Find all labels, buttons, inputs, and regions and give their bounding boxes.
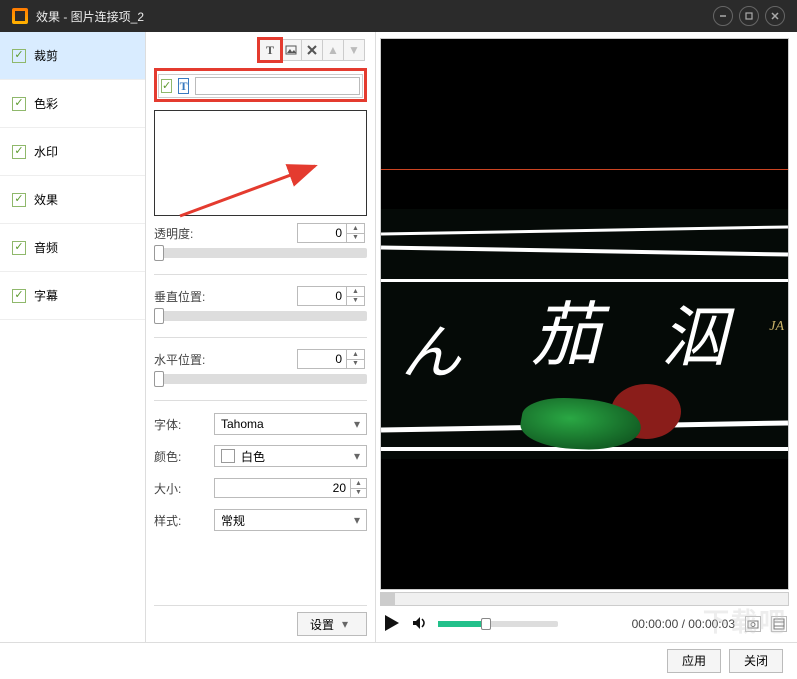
color-label: 颜色:: [154, 448, 208, 465]
delete-button[interactable]: [301, 39, 323, 61]
hpos-slider[interactable]: [154, 374, 367, 384]
spin-down-icon[interactable]: ▼: [351, 488, 367, 499]
spin-up-icon[interactable]: ▲: [347, 349, 365, 359]
font-label: 字体:: [154, 416, 208, 433]
hpos-input[interactable]: ▲▼: [297, 349, 367, 369]
checkbox-icon[interactable]: ✓: [12, 193, 26, 207]
dialog-footer: 应用 关闭: [0, 642, 797, 678]
checkbox-icon[interactable]: ✓: [161, 79, 172, 93]
highlight-annotation: ✓ T: [154, 68, 367, 102]
checkbox-icon[interactable]: ✓: [12, 289, 26, 303]
arrow-annotation-icon: [175, 161, 335, 221]
sidebar-item-label: 效果: [34, 191, 58, 208]
sidebar: ✓ 裁剪 ✓ 色彩 ✓ 水印 ✓ 效果 ✓ 音频 ✓ 字幕: [0, 32, 146, 642]
spin-down-icon[interactable]: ▼: [347, 233, 365, 244]
size-input[interactable]: ▲▼: [214, 478, 367, 498]
preview-pane: ん 茄 泅 JA 00:00:00 / 00:00:03: [376, 32, 797, 642]
watermark-preview[interactable]: [154, 110, 367, 216]
volume-button[interactable]: [412, 615, 428, 634]
text-icon: T: [178, 78, 189, 94]
play-button[interactable]: [382, 613, 402, 636]
horizontal-scrollbar[interactable]: [380, 592, 789, 606]
image-tool-button[interactable]: [280, 39, 302, 61]
sidebar-item-label: 水印: [34, 143, 58, 160]
volume-slider[interactable]: [438, 621, 558, 627]
spin-up-icon[interactable]: ▲: [351, 478, 367, 488]
settings-button[interactable]: 设置: [297, 612, 367, 636]
sidebar-item-label: 字幕: [34, 287, 58, 304]
watermark-text-input[interactable]: [195, 77, 360, 95]
color-select[interactable]: 白色: [214, 445, 367, 467]
minimize-button[interactable]: [713, 6, 733, 26]
watermark-toolbar: T ▲ ▼: [154, 38, 367, 62]
checkbox-icon[interactable]: ✓: [12, 241, 26, 255]
font-select[interactable]: Tahoma: [214, 413, 367, 435]
sidebar-item-audio[interactable]: ✓ 音频: [0, 224, 145, 272]
close-button[interactable]: [765, 6, 785, 26]
spin-down-icon[interactable]: ▼: [347, 296, 365, 307]
window-title: 效果 - 图片连接项_2: [36, 8, 713, 25]
sidebar-item-label: 音频: [34, 239, 58, 256]
sidebar-item-effect[interactable]: ✓ 效果: [0, 176, 145, 224]
video-frame: ん 茄 泅 JA: [381, 209, 788, 459]
sidebar-item-color[interactable]: ✓ 色彩: [0, 80, 145, 128]
player-controls: 00:00:00 / 00:00:03: [380, 606, 789, 642]
spin-up-icon[interactable]: ▲: [347, 223, 365, 233]
checkbox-icon[interactable]: ✓: [12, 97, 26, 111]
move-up-button[interactable]: ▲: [322, 39, 344, 61]
grid-button[interactable]: [771, 616, 787, 632]
spin-down-icon[interactable]: ▼: [347, 359, 365, 370]
time-display: 00:00:00 / 00:00:03: [632, 617, 735, 631]
text-tool-button[interactable]: T: [259, 39, 281, 61]
move-down-button[interactable]: ▼: [343, 39, 365, 61]
style-select[interactable]: 常规: [214, 509, 367, 531]
style-label: 样式:: [154, 512, 208, 529]
app-icon: [12, 8, 28, 24]
snapshot-button[interactable]: [745, 616, 761, 632]
sidebar-item-label: 裁剪: [34, 47, 58, 64]
color-swatch-icon: [221, 449, 235, 463]
close-dialog-button[interactable]: 关闭: [729, 649, 783, 673]
sidebar-item-crop[interactable]: ✓ 裁剪: [0, 32, 145, 80]
watermark-panel: T ▲ ▼ ✓ T 透明度: ▲▼: [146, 32, 376, 642]
opacity-slider[interactable]: [154, 248, 367, 258]
apply-button[interactable]: 应用: [667, 649, 721, 673]
sidebar-item-watermark[interactable]: ✓ 水印: [0, 128, 145, 176]
vpos-input[interactable]: ▲▼: [297, 286, 367, 306]
guide-line: [381, 169, 788, 170]
watermark-text-row: ✓ T: [158, 74, 363, 98]
checkbox-icon[interactable]: ✓: [12, 145, 26, 159]
sidebar-item-label: 色彩: [34, 95, 58, 112]
title-bar: 效果 - 图片连接项_2: [0, 0, 797, 32]
opacity-input[interactable]: ▲▼: [297, 223, 367, 243]
vpos-label: 垂直位置:: [154, 288, 297, 305]
sidebar-item-subtitle[interactable]: ✓ 字幕: [0, 272, 145, 320]
opacity-label: 透明度:: [154, 225, 297, 242]
hpos-label: 水平位置:: [154, 351, 297, 368]
maximize-button[interactable]: [739, 6, 759, 26]
checkbox-icon[interactable]: ✓: [12, 49, 26, 63]
vpos-slider[interactable]: [154, 311, 367, 321]
size-label: 大小:: [154, 480, 208, 497]
video-preview[interactable]: ん 茄 泅 JA: [380, 38, 789, 590]
spin-up-icon[interactable]: ▲: [347, 286, 365, 296]
